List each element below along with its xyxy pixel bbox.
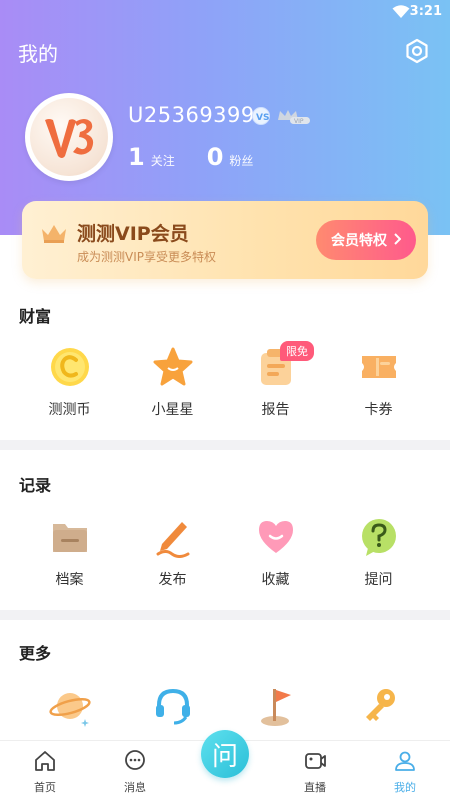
more-item-2[interactable] (121, 684, 224, 728)
wealth-item-coins[interactable]: 测测币 (18, 345, 121, 419)
status-bar: 3:21 (0, 0, 450, 24)
svg-text:VS: VS (256, 113, 269, 123)
records-title: 记录 (19, 476, 52, 495)
key-icon (357, 684, 401, 728)
nav-item-messages[interactable]: 消息 (90, 740, 180, 800)
heart-icon (254, 515, 298, 559)
records-item-label: 档案 (55, 572, 84, 588)
page-title: 我的 (18, 42, 58, 66)
planet-icon (48, 684, 92, 728)
bottom-nav: 首页 消息 问 直播 我的 (0, 730, 450, 800)
following-count[interactable]: 1 (128, 143, 145, 171)
wealth-title: 财富 (19, 307, 52, 326)
nav-label: 直播 (304, 781, 326, 794)
records-item-label: 提问 (364, 572, 393, 588)
pen-icon (151, 515, 195, 559)
coin-icon (48, 345, 92, 389)
wealth-item-stars[interactable]: 小星星 (121, 345, 224, 419)
limited-free-tag: 限免 (280, 341, 314, 361)
nav-label: 我的 (394, 781, 416, 794)
settings-icon[interactable] (404, 38, 430, 64)
ask-icon[interactable]: 问 (201, 730, 249, 778)
wealth-item-label: 测测币 (48, 402, 91, 418)
username: U25369399 (128, 103, 255, 127)
question-icon (357, 515, 401, 559)
nav-item-profile[interactable]: 我的 (360, 740, 450, 800)
records-item-archive[interactable]: 档案 (18, 515, 121, 589)
nav-label: 首页 (34, 781, 56, 794)
headset-icon (151, 684, 195, 728)
vip-button-label: 会员特权 (331, 232, 387, 248)
wifi-icon (392, 4, 410, 23)
records-item-label: 收藏 (261, 572, 290, 588)
vip-subtitle: 成为测测VIP享受更多特权 (77, 250, 216, 264)
nav-label: 消息 (124, 781, 146, 794)
profile-stats: 1 关注 0 粉丝 (128, 143, 285, 171)
wealth-item-label: 小星星 (151, 402, 194, 418)
vip-privileges-button[interactable]: 会员特权 (316, 220, 416, 260)
wealth-section: 财富 测测币 小星星 限免 报告 卡券 (0, 295, 450, 440)
more-item-4[interactable] (327, 684, 430, 728)
nav-item-ask[interactable]: 问 (180, 730, 270, 800)
crown-icon (40, 221, 68, 245)
more-section: 更多 (0, 620, 450, 740)
records-item-questions[interactable]: 提问 (327, 515, 430, 589)
folder-icon (48, 515, 92, 559)
coupon-icon (357, 345, 401, 389)
fans-label[interactable]: 粉丝 (229, 152, 253, 169)
records-section: 记录 档案 发布 收藏 提问 (0, 450, 450, 610)
profile-icon (393, 749, 417, 777)
flag-icon (254, 684, 298, 728)
wealth-item-label: 卡券 (364, 402, 393, 418)
following-label[interactable]: 关注 (151, 152, 175, 169)
nav-item-home[interactable]: 首页 (0, 740, 90, 800)
live-icon (303, 749, 327, 777)
wealth-item-reports[interactable]: 限免 报告 (224, 341, 327, 419)
avatar-logo-icon (45, 119, 94, 158)
wealth-item-label: 报告 (261, 402, 290, 418)
ask-char: 问 (211, 741, 238, 772)
vip-title: 测测VIP会员 (77, 223, 189, 245)
message-icon (123, 749, 147, 777)
avatar[interactable] (25, 93, 113, 181)
vip-badge-icon: VIP (276, 107, 312, 125)
records-item-favorites[interactable]: 收藏 (224, 515, 327, 589)
records-item-label: 发布 (158, 572, 187, 588)
star-icon (151, 345, 195, 389)
wealth-item-coupons[interactable]: 卡券 (327, 345, 430, 419)
vip-card[interactable]: 测测VIP会员 成为测测VIP享受更多特权 会员特权 (22, 201, 428, 279)
verified-badge-icon: VS (252, 107, 270, 125)
status-time: 3:21 (409, 4, 442, 19)
fans-count[interactable]: 0 (207, 143, 224, 171)
chevron-right-icon (393, 232, 402, 248)
svg-text:VIP: VIP (294, 118, 304, 125)
more-item-1[interactable] (18, 684, 121, 728)
nav-item-live[interactable]: 直播 (270, 740, 360, 800)
more-item-3[interactable] (224, 684, 327, 728)
more-title: 更多 (19, 644, 52, 663)
home-icon (33, 749, 57, 777)
records-item-publish[interactable]: 发布 (121, 515, 224, 589)
